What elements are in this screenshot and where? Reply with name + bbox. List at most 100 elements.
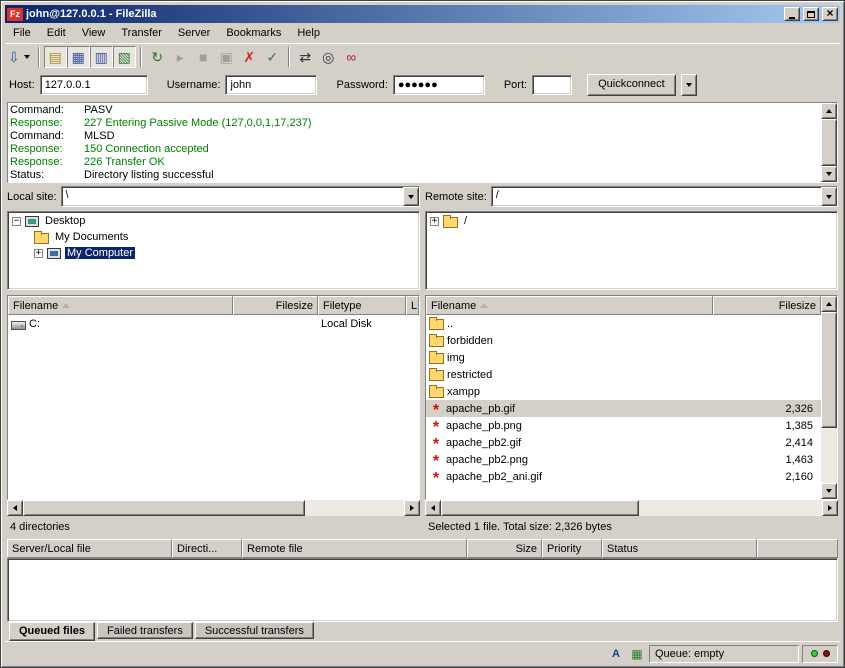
maximize-button[interactable]: [803, 7, 819, 21]
username-label: Username:: [167, 79, 221, 91]
remote-tree: +/: [425, 211, 838, 290]
column-header-l[interactable]: L: [406, 296, 419, 315]
file-row-xampp[interactable]: xampp: [426, 383, 821, 400]
tree-item-desktop[interactable]: −Desktop: [8, 213, 419, 229]
scroll-thumb[interactable]: [821, 119, 837, 166]
up-arrow-icon: [826, 109, 832, 113]
local-list-rows: C:Local Disk: [8, 315, 419, 499]
file-row-parent-directory[interactable]: ..: [426, 315, 821, 332]
compare-button[interactable]: ⇄: [294, 46, 317, 68]
column-header-remote-file[interactable]: Remote file: [242, 539, 467, 558]
username-input[interactable]: [225, 75, 317, 95]
expand-minus-icon[interactable]: −: [12, 217, 21, 226]
remote-site-dropdown-button[interactable]: [821, 187, 837, 206]
column-header-status[interactable]: Status: [602, 539, 757, 558]
scroll-left-button[interactable]: [425, 500, 441, 516]
column-header-directi[interactable]: Directi...: [172, 539, 242, 558]
tab-failed-transfers[interactable]: Failed transfers: [97, 622, 193, 639]
toggle-queue-button[interactable]: ▧: [113, 46, 136, 68]
tree-item-my-documents[interactable]: My Documents: [8, 229, 419, 245]
remote-site-combo[interactable]: /: [491, 186, 838, 207]
column-header-filesize[interactable]: Filesize: [233, 296, 318, 315]
column-header-filetype[interactable]: Filetype: [318, 296, 406, 315]
quickconnect-dropdown-button[interactable]: [681, 74, 697, 96]
local-site-dropdown-button[interactable]: [403, 187, 419, 206]
expand-plus-icon[interactable]: +: [34, 249, 43, 258]
menu-bookmarks[interactable]: Bookmarks: [218, 24, 289, 42]
quickconnect-button[interactable]: Quickconnect: [587, 74, 676, 96]
tab-successful-transfers[interactable]: Successful transfers: [195, 622, 314, 639]
filter-button[interactable]: ◎: [317, 46, 340, 68]
scroll-thumb[interactable]: [441, 500, 639, 516]
log-line: Response:227 Entering Passive Mode (127,…: [10, 117, 819, 130]
scroll-track[interactable]: [821, 119, 837, 166]
close-button[interactable]: [822, 7, 838, 21]
menu-help[interactable]: Help: [289, 24, 328, 42]
host-input[interactable]: [40, 75, 148, 95]
menu-file[interactable]: File: [5, 24, 39, 42]
column-header-filename[interactable]: Filename: [8, 296, 233, 315]
refresh-button[interactable]: ↻: [146, 46, 169, 68]
scroll-right-button[interactable]: [822, 500, 838, 516]
process-queue-icon: ▸: [177, 50, 184, 64]
scroll-up-button[interactable]: [821, 103, 837, 119]
file-row-apache-pb-png[interactable]: *apache_pb.png1,385: [426, 417, 821, 434]
scroll-thumb[interactable]: [23, 500, 305, 516]
file-row-apache-pb-gif[interactable]: *apache_pb.gif2,326: [426, 400, 821, 417]
scroll-track[interactable]: [821, 312, 837, 483]
tree-item-my-computer[interactable]: +My Computer: [8, 245, 419, 261]
verify-button[interactable]: ✓: [261, 46, 284, 68]
log-line: Command:MLSD: [10, 130, 819, 143]
password-input[interactable]: [393, 75, 485, 95]
toggle-log-button[interactable]: ▤: [44, 46, 67, 68]
menu-view[interactable]: View: [74, 24, 114, 42]
scroll-right-button[interactable]: [404, 500, 420, 516]
scroll-track[interactable]: [23, 500, 404, 516]
local-hscrollbar[interactable]: [7, 500, 420, 516]
file-row-c[interactable]: C:Local Disk: [8, 315, 419, 332]
scroll-track[interactable]: [441, 500, 822, 516]
column-header-filesize[interactable]: Filesize: [713, 296, 821, 315]
queue-body: [7, 558, 838, 622]
log-scrollbar[interactable]: [821, 103, 837, 182]
titlebar[interactable]: Fz john@127.0.0.1 - FileZilla: [5, 5, 840, 23]
expand-plus-icon[interactable]: +: [430, 217, 439, 226]
scroll-up-button[interactable]: [821, 296, 837, 312]
remote-site-row: Remote site: /: [425, 186, 838, 207]
cancel-button[interactable]: ✗: [238, 46, 261, 68]
scroll-thumb[interactable]: [821, 312, 837, 428]
remote-hscrollbar[interactable]: [425, 500, 838, 516]
scroll-down-button[interactable]: [821, 166, 837, 182]
toolbar-dropdown-arrow[interactable]: [22, 47, 33, 67]
file-row-forbidden[interactable]: forbidden: [426, 332, 821, 349]
file-row-apache-pb2-png[interactable]: *apache_pb2.png1,463: [426, 451, 821, 468]
tree-item-root[interactable]: +/: [426, 213, 837, 229]
toggle-remote-tree-button[interactable]: ▥: [90, 46, 113, 68]
tab-queued-files[interactable]: Queued files: [9, 622, 95, 641]
scroll-down-button[interactable]: [821, 483, 837, 499]
folder-icon: [429, 370, 444, 381]
column-header-priority[interactable]: Priority: [542, 539, 602, 558]
column-header-server-local-file[interactable]: Server/Local file: [7, 539, 172, 558]
local-site-combo[interactable]: \: [61, 186, 420, 207]
menu-edit[interactable]: Edit: [39, 24, 74, 42]
filter-icon: ◎: [322, 50, 334, 64]
keypad-icon[interactable]: [628, 646, 646, 662]
minimize-button[interactable]: [784, 7, 800, 21]
transfer-type-icon[interactable]: [607, 646, 625, 662]
file-row-apache-pb2-ani-gif[interactable]: *apache_pb2_ani.gif2,160: [426, 468, 821, 485]
toggle-local-tree-button[interactable]: ▦: [67, 46, 90, 68]
menu-transfer[interactable]: Transfer: [113, 24, 170, 42]
column-header-size[interactable]: Size: [467, 539, 542, 558]
file-row-img[interactable]: img: [426, 349, 821, 366]
scroll-left-button[interactable]: [7, 500, 23, 516]
toggle-log-icon: ▤: [49, 50, 62, 64]
port-input[interactable]: [532, 75, 572, 95]
search-button[interactable]: ∞: [340, 46, 363, 68]
menu-server[interactable]: Server: [170, 24, 218, 42]
file-row-apache-pb2-gif[interactable]: *apache_pb2.gif2,414: [426, 434, 821, 451]
remote-vscrollbar[interactable]: [821, 296, 837, 499]
column-header-filename[interactable]: Filename: [426, 296, 713, 315]
connect-button[interactable]: ⇩: [7, 46, 34, 68]
file-row-restricted[interactable]: restricted: [426, 366, 821, 383]
